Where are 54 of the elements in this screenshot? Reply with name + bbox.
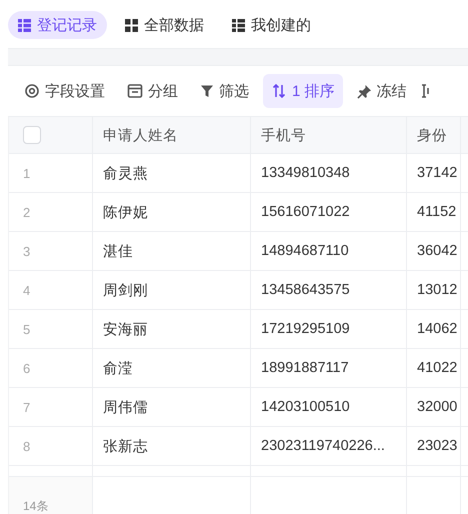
column-header: 身份	[417, 126, 447, 144]
table-cell: 15616071022	[261, 204, 350, 220]
column-header: 申请人姓名	[103, 126, 178, 144]
table-cell-text: 张新志	[103, 438, 148, 456]
row-number: 3	[23, 244, 30, 258]
table-cell: 23023119740226...	[261, 438, 385, 454]
table-cell: 32000	[417, 399, 458, 415]
view-tab[interactable]: 登记记录	[8, 11, 107, 39]
toolbar-button[interactable]: 分组	[119, 74, 186, 108]
toolbar-button[interactable]: 1 排序	[263, 74, 343, 108]
table-cell: 13349810348	[261, 165, 350, 181]
table-cell: 41152	[417, 204, 456, 220]
table-cell: 13012	[417, 282, 458, 298]
grid-icon	[125, 18, 138, 32]
toolbar-button[interactable]: 筛选	[192, 74, 257, 108]
view-tab[interactable]: 全部数据	[115, 11, 214, 39]
view-tab[interactable]: 我创建的	[222, 11, 321, 39]
settings-icon	[24, 83, 40, 99]
table-cell: 14062	[417, 321, 458, 337]
row-number: 2	[23, 204, 30, 220]
toolbar-button[interactable]: 字段设置	[16, 74, 113, 108]
table-cell: 18991887117	[261, 360, 349, 376]
table-cell-text: 俞灵燕	[103, 164, 148, 182]
toolbar-button[interactable]: 冻结	[348, 74, 415, 108]
table-cell: 23023	[417, 438, 458, 454]
row-number: 6	[23, 360, 30, 376]
row-height-icon[interactable]	[420, 83, 429, 99]
table-cell: 36042	[417, 243, 458, 259]
table-cell: 17219295109	[261, 321, 350, 337]
panel-icon	[127, 83, 143, 99]
table-cell: 14203100510	[261, 399, 350, 415]
table-cell: 14894687110	[261, 243, 349, 259]
table-cell: 41022	[417, 360, 458, 376]
filter-icon	[200, 84, 214, 98]
table-cell: 13458643575	[261, 282, 350, 298]
pin-icon	[356, 84, 372, 98]
sort-icon	[271, 83, 287, 99]
row-number: 1	[23, 166, 30, 180]
record-count: 14条	[23, 498, 48, 514]
table-cell-text: 周剑刚	[103, 282, 148, 300]
row-number: 8	[23, 438, 30, 454]
table-cell-text: 俞滢	[103, 360, 133, 378]
table-cell-text: 湛佳	[103, 242, 133, 260]
table-cell: 37142	[417, 165, 458, 181]
row-number: 4	[23, 282, 30, 298]
column-header: 手机号	[261, 126, 306, 144]
row-number: 7	[23, 400, 30, 414]
table-cell-text: 周伟儒	[103, 398, 148, 416]
list-icon	[18, 18, 31, 32]
row-number: 5	[23, 322, 30, 336]
table-cell-text: 安海丽	[103, 320, 148, 338]
list-icon	[232, 18, 245, 32]
table-cell-text: 陈伊妮	[103, 204, 148, 222]
select-all-checkbox[interactable]	[23, 126, 41, 144]
